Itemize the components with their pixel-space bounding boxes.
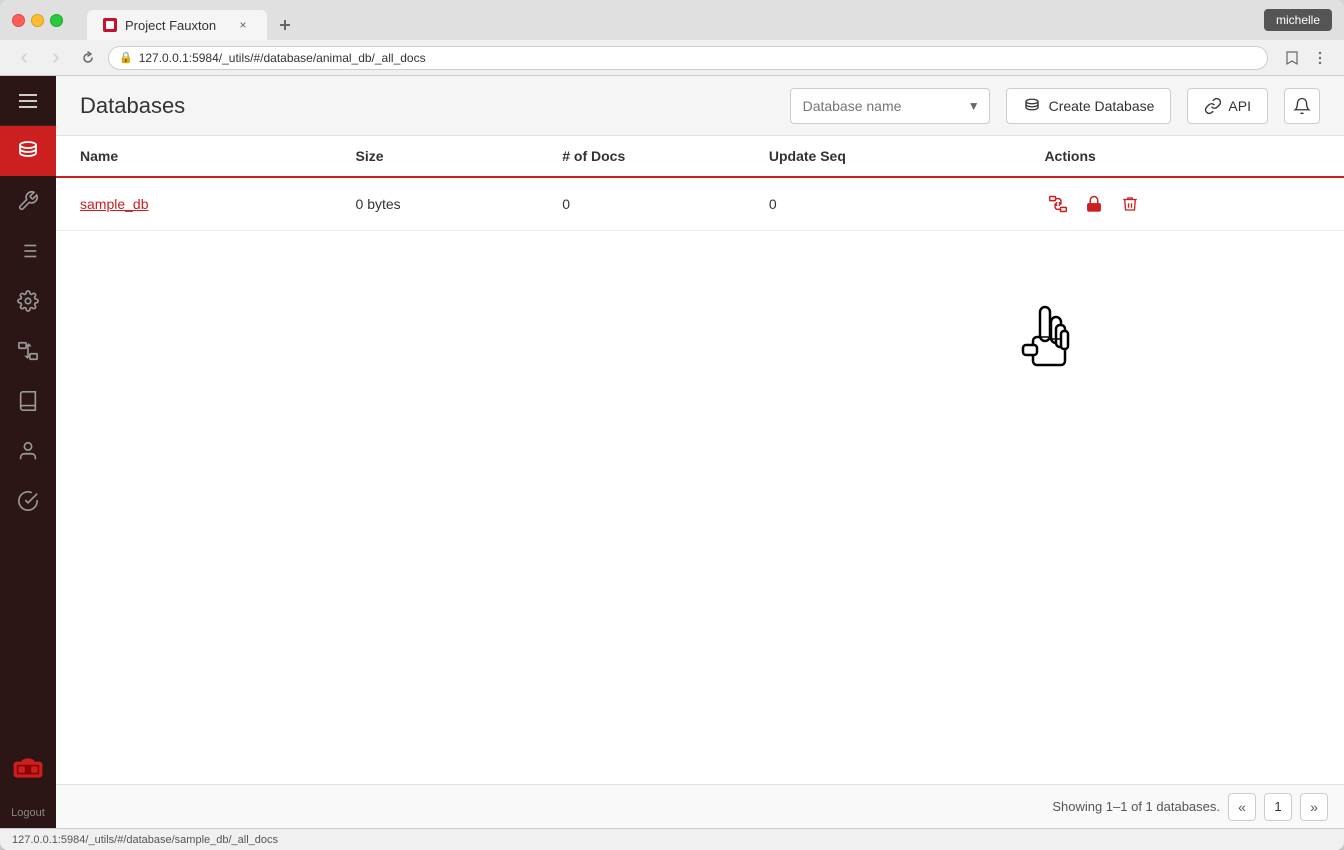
- col-update-seq: Update Seq: [769, 148, 1045, 164]
- traffic-lights: [12, 14, 63, 27]
- db-name-input[interactable]: [790, 88, 990, 124]
- prev-page-button[interactable]: «: [1228, 793, 1256, 821]
- close-button[interactable]: [12, 14, 25, 27]
- table-header: Name Size # of Docs Update Seq Actions: [56, 136, 1344, 178]
- maximize-button[interactable]: [50, 14, 63, 27]
- replicate-icon: [1048, 194, 1068, 214]
- sidebar: Logout: [0, 76, 56, 828]
- db-actions-cell: [1044, 190, 1320, 218]
- sidebar-item-setup[interactable]: [0, 176, 56, 226]
- status-url: 127.0.0.1:5984/_utils/#/database/sample_…: [12, 834, 278, 846]
- db-updateseq-cell: 0: [769, 196, 1045, 212]
- sidebar-couch-logo[interactable]: [0, 738, 56, 798]
- replicate-button[interactable]: [1044, 190, 1072, 218]
- nav-bar: 🔒 127.0.0.1:5984/_utils/#/database/anima…: [0, 40, 1344, 76]
- col-name: Name: [80, 148, 356, 164]
- main-header: Databases ▼ Create Database: [56, 76, 1344, 136]
- tab-favicon: [103, 18, 117, 32]
- table-footer: Showing 1–1 of 1 databases. « 1 »: [56, 784, 1344, 828]
- tab-close-button[interactable]: ×: [235, 17, 251, 33]
- showing-text: Showing 1–1 of 1 databases.: [1052, 799, 1220, 814]
- url-text: 127.0.0.1:5984/_utils/#/database/animal_…: [139, 51, 1257, 65]
- sidebar-item-config[interactable]: [0, 276, 56, 326]
- user-badge[interactable]: michelle: [1264, 9, 1332, 31]
- minimize-button[interactable]: [31, 14, 44, 27]
- sidebar-item-users[interactable]: [0, 426, 56, 476]
- hamburger-icon: [19, 94, 37, 108]
- col-size: Size: [356, 148, 563, 164]
- sidebar-item-databases[interactable]: [0, 126, 56, 176]
- api-label: API: [1228, 98, 1251, 114]
- db-size-cell: 0 bytes: [356, 196, 563, 212]
- table-row: sample_db 0 bytes 0 0: [56, 178, 1344, 231]
- create-database-label: Create Database: [1049, 98, 1155, 114]
- sidebar-item-documents[interactable]: [0, 226, 56, 276]
- sidebar-item-verify[interactable]: [0, 476, 56, 526]
- refresh-button[interactable]: [76, 46, 100, 70]
- browser-tab[interactable]: Project Fauxton ×: [87, 10, 267, 40]
- bookmark-icon[interactable]: [1280, 46, 1304, 70]
- databases-table: Name Size # of Docs Update Seq Actions s…: [56, 136, 1344, 784]
- sidebar-menu-button[interactable]: [0, 76, 56, 126]
- address-bar[interactable]: 🔒 127.0.0.1:5984/_utils/#/database/anima…: [108, 46, 1268, 70]
- notifications-button[interactable]: [1284, 88, 1320, 124]
- title-bar: Project Fauxton × michelle: [0, 0, 1344, 40]
- delete-button[interactable]: [1116, 190, 1144, 218]
- api-icon: [1204, 97, 1222, 115]
- sidebar-logout[interactable]: Logout: [0, 798, 56, 828]
- db-name-input-wrapper: ▼: [790, 88, 990, 124]
- create-database-button[interactable]: Create Database: [1006, 88, 1172, 124]
- lock-button[interactable]: [1080, 190, 1108, 218]
- sidebar-item-replication[interactable]: [0, 326, 56, 376]
- bell-icon: [1293, 97, 1311, 115]
- main-content: Databases ▼ Create Database: [56, 76, 1344, 828]
- trash-icon: [1121, 195, 1139, 213]
- tab-title: Project Fauxton: [125, 18, 216, 33]
- forward-button[interactable]: [44, 46, 68, 70]
- database-create-icon: [1023, 97, 1041, 115]
- security-lock-icon: 🔒: [119, 51, 133, 64]
- db-name-link[interactable]: sample_db: [80, 196, 149, 212]
- status-bar: 127.0.0.1:5984/_utils/#/database/sample_…: [0, 828, 1344, 850]
- back-button[interactable]: [12, 46, 36, 70]
- next-page-button[interactable]: »: [1300, 793, 1328, 821]
- tab-bar: Project Fauxton ×: [87, 0, 299, 40]
- app-container: Logout Databases ▼ Create Database: [0, 76, 1344, 828]
- new-tab-button[interactable]: [271, 11, 299, 39]
- current-page: 1: [1264, 793, 1292, 821]
- page-title: Databases: [80, 93, 774, 119]
- col-actions: Actions: [1044, 148, 1320, 164]
- more-options-icon[interactable]: [1308, 46, 1332, 70]
- nav-icons: [1280, 46, 1332, 70]
- db-docs-cell: 0: [562, 196, 769, 212]
- sidebar-item-documentation[interactable]: [0, 376, 56, 426]
- lock-icon: [1085, 195, 1103, 213]
- col-docs: # of Docs: [562, 148, 769, 164]
- db-name-cell: sample_db: [80, 196, 356, 212]
- api-button[interactable]: API: [1187, 88, 1268, 124]
